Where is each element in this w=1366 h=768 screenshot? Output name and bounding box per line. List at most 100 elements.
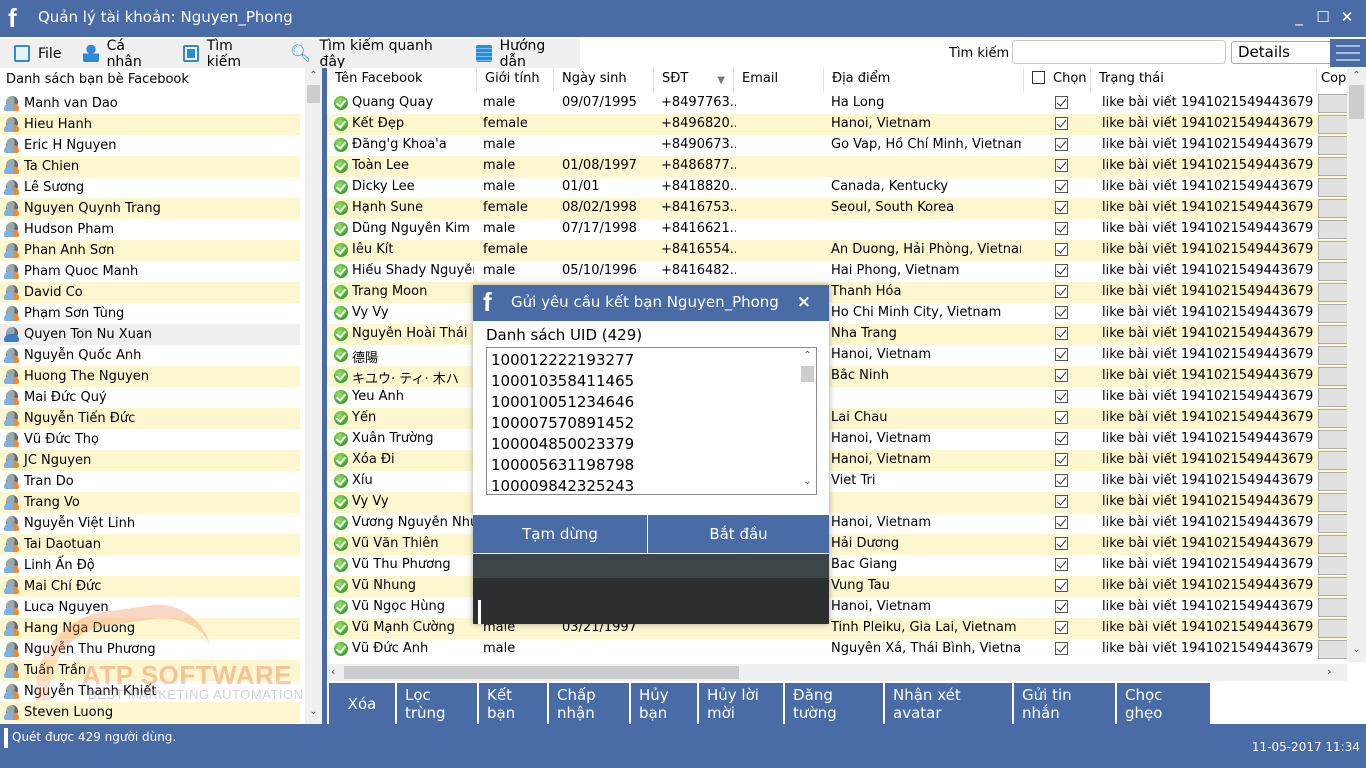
col-header-name[interactable]: Tên Facebook <box>327 68 477 92</box>
select-checkbox[interactable] <box>1055 243 1068 256</box>
friend-list-item[interactable]: Hudson Pham <box>0 219 300 240</box>
accept-button[interactable]: Chấp nhận <box>549 683 631 724</box>
grid-hscrollbar[interactable]: ‹ › <box>327 664 1347 681</box>
select-checkbox[interactable] <box>1055 432 1068 445</box>
grid-row[interactable]: Hạnh Sune female 08/02/1998 +8416753... Seou… <box>327 198 1348 219</box>
select-checkbox[interactable] <box>1055 453 1068 466</box>
copy-button[interactable] <box>1318 199 1348 218</box>
copy-button[interactable] <box>1318 325 1348 344</box>
col-header-email[interactable]: Email <box>734 68 824 92</box>
select-checkbox[interactable] <box>1055 348 1068 361</box>
friend-list-item[interactable]: David Co <box>0 282 300 303</box>
scroll-thumb[interactable] <box>307 85 320 103</box>
pause-button[interactable]: Tạm dừng <box>473 515 648 553</box>
add-friend-button[interactable]: Kết bạn <box>479 683 549 724</box>
select-checkbox[interactable] <box>1055 390 1068 403</box>
select-checkbox[interactable] <box>1055 201 1068 214</box>
col-header-status[interactable]: Trạng thái <box>1091 68 1317 92</box>
cancel-invite-button[interactable]: Hủy lời mời <box>699 683 785 724</box>
copy-button[interactable] <box>1318 283 1348 302</box>
grid-row[interactable]: Quang Quay male 09/07/1995 +8497763... Ha Lo… <box>327 93 1348 114</box>
select-checkbox[interactable] <box>1055 369 1068 382</box>
menu-search[interactable]: Tìm kiếm <box>169 38 275 70</box>
copy-button[interactable] <box>1318 619 1348 638</box>
friend-list-item[interactable]: Luca Nguyen <box>0 597 300 618</box>
copy-button[interactable] <box>1318 115 1348 134</box>
grid-row[interactable]: Dicky Lee male 01/01 +8418820... Canada, Ken… <box>327 177 1348 198</box>
friend-list-item[interactable]: Mai Đức Quý <box>0 387 300 408</box>
copy-button[interactable] <box>1318 556 1348 575</box>
select-checkbox[interactable] <box>1055 159 1068 172</box>
col-header-phone[interactable]: SĐT ▼ <box>654 68 734 92</box>
copy-button[interactable] <box>1318 157 1348 176</box>
select-checkbox[interactable] <box>1055 264 1068 277</box>
friend-list-item[interactable]: Nguyễn Tiến Đức <box>0 408 300 429</box>
select-checkbox[interactable] <box>1055 579 1068 592</box>
friend-list-item[interactable]: Nguyễn Quốc Anh <box>0 345 300 366</box>
copy-button[interactable] <box>1318 430 1348 449</box>
copy-button[interactable] <box>1318 136 1348 155</box>
col-header-location[interactable]: Địa điểm <box>824 68 1024 92</box>
friend-list-item[interactable]: JC Nguyen <box>0 450 300 471</box>
scroll-up-icon[interactable]: ⌃ <box>305 70 322 81</box>
col-header-select[interactable]: Chọn <box>1024 68 1091 92</box>
copy-button[interactable] <box>1318 94 1348 113</box>
friend-list-item[interactable]: Tuấn Trần <box>0 660 300 681</box>
col-header-dob[interactable]: Ngày sinh <box>554 68 654 92</box>
friend-list-item[interactable]: Lê Sương <box>0 177 300 198</box>
select-checkbox[interactable] <box>1055 621 1068 634</box>
friend-list-item[interactable]: Vũ Đức Thọ <box>0 429 300 450</box>
select-checkbox[interactable] <box>1055 222 1068 235</box>
friend-list-item[interactable]: Linh Ấn Độ <box>0 555 300 576</box>
friend-list-item[interactable]: Phạm Sơn Tùng <box>0 303 300 324</box>
copy-button[interactable] <box>1318 472 1348 491</box>
grid-row[interactable]: Vũ Đức Anh male Nguyên Xá, Thái Bình, Viet… <box>327 639 1348 660</box>
select-checkbox[interactable] <box>1055 138 1068 151</box>
grid-row[interactable]: Dũng Nguyễn Kim male 07/17/1998 +8416621...… <box>327 219 1348 240</box>
unfriend-button[interactable]: Hủy bạn <box>631 683 699 724</box>
select-checkbox[interactable] <box>1055 642 1068 655</box>
grid-row[interactable]: Đăng'g Khoa'a male +8490673... Go Vap, Hồ C… <box>327 135 1348 156</box>
scroll-down-icon[interactable]: ⌄ <box>799 476 816 487</box>
comment-avatar-button[interactable]: Nhận xét avatar <box>885 683 1014 724</box>
grid-row[interactable]: Hiếu Shady Nguyễn male 05/10/1996 +8416482.… <box>327 261 1348 282</box>
copy-button[interactable] <box>1318 241 1348 260</box>
copy-button[interactable] <box>1318 535 1348 554</box>
select-checkbox[interactable] <box>1055 96 1068 109</box>
search-input[interactable] <box>1012 40 1226 64</box>
friend-list-item[interactable]: Phan Anh Sơn <box>0 240 300 261</box>
hamburger-menu-icon[interactable] <box>1330 39 1366 67</box>
select-checkbox[interactable] <box>1055 117 1068 130</box>
copy-button[interactable] <box>1318 367 1348 386</box>
select-checkbox[interactable] <box>1055 495 1068 508</box>
select-checkbox[interactable] <box>1055 600 1068 613</box>
scroll-up-icon[interactable]: ⌃ <box>1347 70 1366 81</box>
col-header-gender[interactable]: Giới tính <box>477 68 554 92</box>
friend-list-item[interactable]: Pham Quoc Manh <box>0 261 300 282</box>
maximize-button[interactable]: ☐ <box>1313 8 1333 26</box>
friend-list-item[interactable]: Ta Chien <box>0 156 300 177</box>
hscroll-thumb[interactable] <box>344 666 739 679</box>
post-wall-button[interactable]: Đăng tường <box>785 683 885 724</box>
copy-button[interactable] <box>1318 577 1348 596</box>
scroll-thumb[interactable] <box>801 366 814 382</box>
grid-row[interactable]: Toàn Lee male 01/08/1997 +8486877... like bà… <box>327 156 1348 177</box>
menu-file[interactable]: File <box>0 39 69 68</box>
dialog-title-bar[interactable]: f Gửi yêu cầu kết bạn Nguyen_Phong × <box>473 285 829 321</box>
select-checkbox[interactable] <box>1055 516 1068 529</box>
view-mode-select[interactable]: Details <box>1231 41 1331 64</box>
scroll-up-icon[interactable]: ⌃ <box>799 350 816 361</box>
select-checkbox[interactable] <box>1055 306 1068 319</box>
scroll-right-icon[interactable]: › <box>1327 665 1331 678</box>
send-message-button[interactable]: Gửi tin nhắn <box>1014 683 1117 724</box>
copy-button[interactable] <box>1318 451 1348 470</box>
menu-guide[interactable]: Hướng dẫn <box>462 38 580 70</box>
friend-list-item[interactable]: Nguyen Quynh Trang <box>0 198 300 219</box>
friend-list-item[interactable]: Hieu Hanh <box>0 114 300 135</box>
scroll-down-icon[interactable]: ⌄ <box>305 706 322 717</box>
grid-row[interactable]: Kết Đẹp female +8496820... Hanoi, Vietnam li… <box>327 114 1348 135</box>
menu-personal[interactable]: Cá nhân <box>69 38 169 70</box>
select-checkbox[interactable] <box>1055 558 1068 571</box>
scroll-thumb[interactable] <box>1349 85 1364 119</box>
select-checkbox[interactable] <box>1055 411 1068 424</box>
